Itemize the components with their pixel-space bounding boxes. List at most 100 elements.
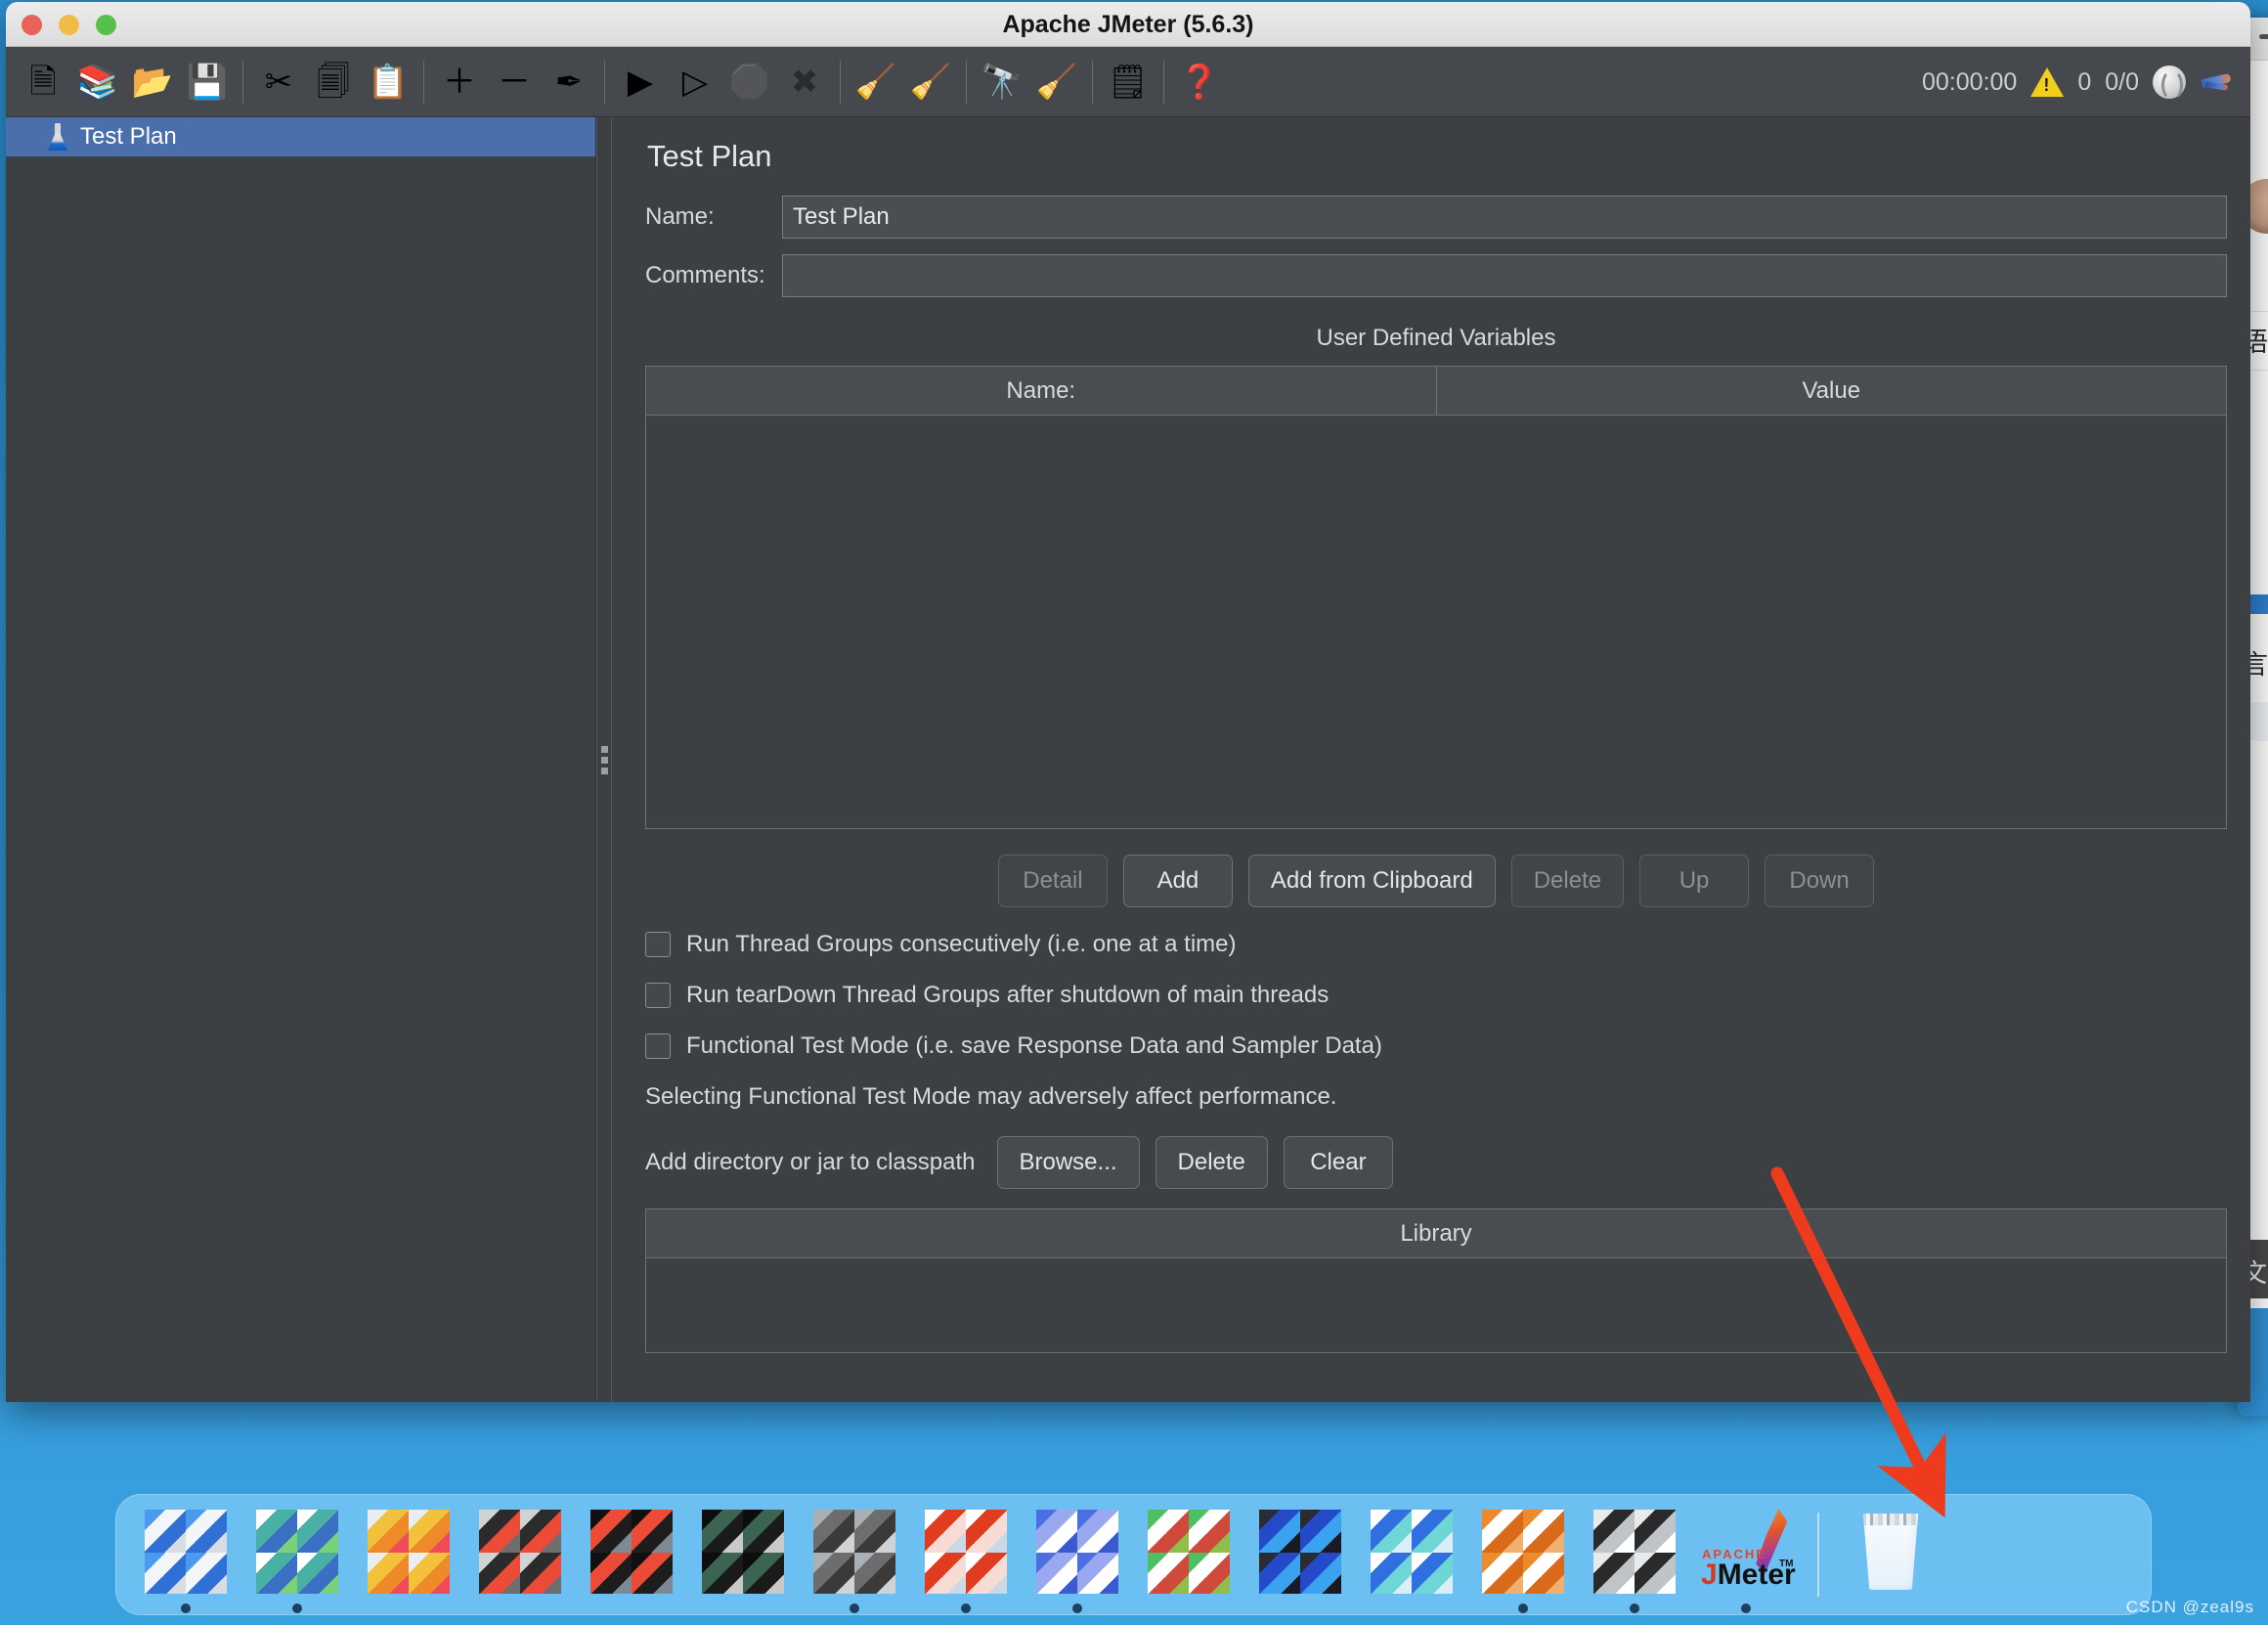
dock-app-12[interactable] — [1363, 1506, 1461, 1603]
background-window-dot — [2259, 34, 2268, 39]
app-icon — [1593, 1510, 1676, 1594]
templates-icon[interactable]: 📚 — [70, 55, 125, 110]
tree-item-label: Test Plan — [80, 123, 177, 150]
running-indicator — [1630, 1603, 1639, 1613]
classpath-clear-button[interactable]: Clear — [1283, 1136, 1393, 1189]
toolbar-separator — [1163, 60, 1164, 104]
trademark-label: TM — [1779, 1559, 1794, 1569]
binoculars-icon[interactable]: 🔭 — [975, 55, 1029, 110]
running-indicator — [1741, 1603, 1751, 1613]
dock-app-11[interactable] — [1251, 1506, 1349, 1603]
maximize-button[interactable] — [96, 15, 116, 35]
macos-dock[interactable]: APACHE JMeter TM — [115, 1494, 2152, 1615]
running-indicator — [850, 1603, 859, 1613]
plus-icon[interactable]: ＋ — [432, 55, 487, 110]
toolbar-separator — [242, 60, 243, 104]
warning-count: 0 — [2077, 67, 2092, 96]
add-from-clipboard-button[interactable]: Add from Clipboard — [1247, 855, 1496, 907]
app-icon — [702, 1510, 784, 1594]
dock-app-5[interactable] — [583, 1506, 680, 1603]
tree-item-test-plan[interactable]: Test Plan — [6, 117, 595, 156]
minus-icon[interactable]: － — [487, 55, 542, 110]
dock-app-14[interactable] — [1586, 1506, 1683, 1613]
name-input[interactable] — [782, 196, 2227, 239]
checkbox-functional-test-mode[interactable] — [645, 1033, 671, 1059]
panel-splitter[interactable] — [596, 117, 612, 1402]
minimize-button[interactable] — [59, 15, 79, 35]
comments-input[interactable] — [782, 254, 2227, 297]
toolbar-icon-group: 🗎 📚 📂 💾 ✂ 🗐 📋 ＋－ ✒ ▶ ▷ 🛑 ✖ 🧹 🧹 🔭 🧹 🗒 ❓ — [16, 55, 1227, 110]
app-icon — [145, 1510, 227, 1594]
checkbox-run-thread-groups-consecutively[interactable] — [645, 932, 671, 957]
play-no-pauses-icon[interactable]: ▷ — [668, 55, 722, 110]
page-title: Test Plan — [647, 139, 772, 173]
column-header-value[interactable]: Value — [1436, 367, 2226, 416]
browse-button[interactable]: Browse... — [996, 1136, 1140, 1189]
scissors-icon[interactable]: ✂ — [251, 55, 306, 110]
user-defined-variables-table[interactable]: Name: Value — [645, 366, 2227, 829]
checkbox-row-run-teardown-thread-groups[interactable]: Run tearDown Thread Groups after shutdow… — [645, 982, 2227, 1009]
column-header-name[interactable]: Name: — [646, 367, 1437, 416]
dock-app-13[interactable] — [1474, 1506, 1572, 1613]
dock-app-8[interactable] — [917, 1506, 1015, 1613]
checkbox-run-teardown-thread-groups[interactable] — [645, 983, 671, 1008]
dock-app-6[interactable] — [694, 1506, 792, 1603]
dock-app-3[interactable] — [360, 1506, 458, 1603]
app-icon — [590, 1510, 673, 1594]
new-document-icon[interactable]: 🗎 — [16, 55, 70, 110]
trash-icon — [1862, 1514, 1919, 1590]
app-icon — [813, 1510, 895, 1594]
library-table-body[interactable] — [646, 1258, 2226, 1352]
dock-app-1[interactable] — [137, 1506, 235, 1613]
running-indicator — [961, 1603, 971, 1613]
globe-icon[interactable] — [2153, 66, 2186, 101]
toolbar-separator — [423, 60, 424, 104]
toolbar-separator — [966, 60, 967, 104]
app-icon — [256, 1510, 338, 1594]
app-icon — [1148, 1510, 1230, 1594]
clipboard-icon[interactable]: 📋 — [361, 55, 415, 110]
running-indicator — [292, 1603, 302, 1613]
toggle-pencil-icon[interactable]: ✒ — [542, 55, 596, 110]
checkbox-row-run-thread-groups-consecutively[interactable]: Run Thread Groups consecutively (i.e. on… — [645, 931, 2227, 958]
list-icon — [2247, 594, 2268, 614]
splitter-grip-icon — [600, 745, 608, 774]
library-column-header[interactable]: Library — [646, 1209, 2226, 1258]
comments-label: Comments: — [645, 262, 765, 288]
yellow-broom-icon[interactable]: 🧹 — [1029, 55, 1084, 110]
comments-field-row: Comments: — [645, 254, 2227, 297]
dock-app-7[interactable] — [806, 1506, 903, 1613]
window-title: Apache JMeter (5.6.3) — [1002, 11, 1254, 38]
dock-trash[interactable] — [1842, 1506, 1940, 1603]
library-table[interactable]: Library — [645, 1208, 2227, 1353]
dock-app-10[interactable] — [1140, 1506, 1238, 1603]
dock-apache-jmeter[interactable]: APACHE JMeter TM — [1697, 1506, 1796, 1613]
save-floppy-icon[interactable]: 💾 — [180, 55, 235, 110]
help-book-icon[interactable]: ❓ — [1172, 55, 1227, 110]
jmeter-window: Apache JMeter (5.6.3) 🗎 📚 📂 💾 ✂ 🗐 📋 ＋－ ✒ ▶ ▷ 🛑 ✖ 🧹 🧹 🔭 🧹… — [6, 2, 2250, 1402]
classpath-delete-button[interactable]: Delete — [1155, 1136, 1268, 1189]
dock-app-4[interactable] — [471, 1506, 569, 1603]
toolbar-separator — [840, 60, 841, 104]
play-green-icon[interactable]: ▶ — [613, 55, 668, 110]
dock-app-9[interactable] — [1028, 1506, 1126, 1613]
toolbar-separator — [604, 60, 605, 104]
open-folder-icon[interactable]: 📂 — [125, 55, 180, 110]
gear-broom-icon[interactable]: 🧹 — [849, 55, 903, 110]
function-helper-icon[interactable]: 🗒 — [1101, 55, 1156, 110]
table-body[interactable] — [646, 416, 2226, 828]
checkbox-row-functional-test-mode[interactable]: Functional Test Mode (i.e. save Response… — [645, 1032, 2227, 1060]
dock-separator — [1817, 1513, 1819, 1597]
dock-app-2[interactable] — [248, 1506, 346, 1613]
app-icon — [925, 1510, 1007, 1594]
add-button[interactable]: Add — [1122, 855, 1233, 907]
warning-icon[interactable] — [2030, 67, 2065, 97]
copy-pages-icon[interactable]: 🗐 — [306, 55, 361, 110]
functional-mode-note: Selecting Functional Test Mode may adver… — [645, 1083, 1337, 1110]
close-button[interactable] — [22, 15, 42, 35]
table-header-row: Name: Value — [646, 367, 2226, 416]
gear-broom-all-icon[interactable]: 🧹 — [903, 55, 958, 110]
stop-sign-icon: 🛑 — [728, 63, 771, 101]
test-plan-tree[interactable]: Test Plan — [6, 117, 596, 1402]
shutdown-x-icon: ✖ — [790, 63, 819, 101]
